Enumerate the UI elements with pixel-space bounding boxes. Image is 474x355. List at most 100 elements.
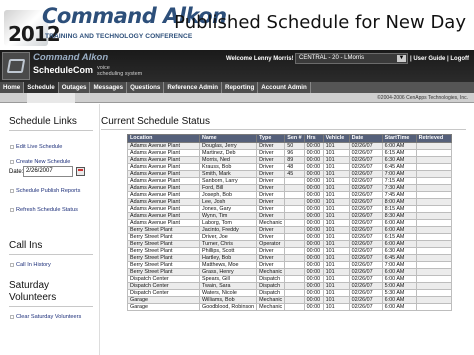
cell-sen [284, 226, 305, 234]
tab-reporting[interactable]: Reporting [222, 82, 259, 93]
cell-start-time: 7:30 AM [381, 184, 417, 192]
cell-type: Mechanic [256, 296, 286, 304]
column-header-start-time[interactable]: StartTime [381, 134, 417, 143]
cell-vehicle: 101 [322, 205, 350, 213]
create-new-schedule-link[interactable]: Create New Schedule [10, 159, 70, 165]
table-row[interactable]: Dispatch Center Twain, Sara Dispatch 00:00 1… [127, 282, 452, 290]
column-header-sen[interactable]: Sen # [284, 134, 305, 143]
schedule-status-table: Location Name Type Sen # Hrs Vehicle Dat… [127, 134, 452, 311]
cell-hrs: 00:00 [303, 247, 324, 255]
cell-name: Grass, Henry [198, 268, 258, 276]
column-header-date[interactable]: Date [348, 134, 383, 143]
table-row[interactable]: Adams Avenue Plant Morris, Ned Driver 89 00:… [127, 156, 452, 164]
table-row[interactable]: Berry Street Plant Phillips, Scott Driver 0… [127, 247, 452, 255]
cell-vehicle: 101 [322, 156, 350, 164]
table-row[interactable]: Berry Street Plant Grass, Henry Mechanic 00… [127, 268, 452, 276]
table-row[interactable]: Adams Avenue Plant Douglas, Jerry Driver 50… [127, 142, 452, 150]
table-row[interactable]: Berry Street Plant Matthews, Moe Driver 00:… [127, 261, 452, 269]
cell-hrs: 00:00 [303, 268, 324, 276]
cell-sen [284, 247, 305, 255]
cell-vehicle: 101 [322, 233, 350, 241]
table-row[interactable]: Berry Street Plant Turner, Chris Operator 0… [127, 240, 452, 248]
table-row[interactable]: Adams Avenue Plant Jones, Gary Driver 00:00… [127, 205, 452, 213]
tab-schedule[interactable]: Schedule [24, 82, 59, 93]
column-header-hrs[interactable]: Hrs [303, 134, 324, 143]
cell-type: Dispatch [256, 289, 286, 297]
column-header-location[interactable]: Location [127, 134, 200, 143]
table-row[interactable]: Adams Avenue Plant Laborg, Tom Mechanic 00:… [127, 219, 452, 227]
column-header-retrieved[interactable]: Retrieved [415, 134, 452, 143]
app-header: Command Alkon ScheduleCom voice schedulin… [0, 50, 474, 82]
cell-vehicle: 101 [322, 142, 350, 150]
cell-type: Driver [256, 156, 286, 164]
cell-name: Hartley, Bob [198, 254, 258, 262]
cell-start-time: 6:00 AM [381, 275, 417, 283]
cell-hrs: 00:00 [303, 303, 324, 311]
date-field[interactable]: 2/26/2007 [23, 166, 73, 177]
cell-sen [284, 184, 305, 192]
bullet-icon [10, 159, 14, 164]
cell-sen [284, 191, 305, 199]
table-row[interactable]: Adams Avenue Plant Wynn, Tim Driver 00:00 10… [127, 212, 452, 220]
cell-start-time: 5:30 AM [381, 289, 417, 297]
cell-start-time: 6:00 AM [381, 219, 417, 227]
cell-date: 02/26/07 [348, 170, 383, 178]
cell-vehicle: 101 [322, 226, 350, 234]
column-header-name[interactable]: Name [198, 134, 258, 143]
call-in-history-link[interactable]: Call In History [10, 262, 51, 268]
tab-outages[interactable]: Outages [58, 82, 91, 93]
cell-location: Adams Avenue Plant [127, 191, 200, 199]
tab-home[interactable]: Home [0, 82, 25, 93]
refresh-schedule-status-link[interactable]: Refresh Schedule Status [10, 207, 78, 213]
column-header-vehicle[interactable]: Vehicle [322, 134, 350, 143]
cell-type: Mechanic [256, 268, 286, 276]
table-row[interactable]: Berry Street Plant Jacinto, Freddy Driver 0… [127, 226, 452, 234]
table-row[interactable]: Berry Street Plant Driver, Joe Driver 00:00… [127, 233, 452, 241]
table-row[interactable]: Dispatch Center Spears, Gill Dispatch 00:00… [127, 275, 452, 283]
user-links[interactable]: | User Guide | Logoff [410, 56, 469, 62]
table-row[interactable]: Adams Avenue Plant Lee, Josh Driver 00:00 10… [127, 198, 452, 206]
cell-hrs: 00:00 [303, 219, 324, 227]
call-ins-title: Call Ins [9, 240, 43, 251]
table-row[interactable]: Berry Street Plant Hartley, Bob Driver 00:0… [127, 254, 452, 262]
table-row[interactable]: Adams Avenue Plant Sanborn, Larry Driver 00… [127, 177, 452, 185]
cell-hrs: 00:00 [303, 275, 324, 283]
cell-sen: 45 [284, 170, 305, 178]
cell-vehicle: 101 [322, 163, 350, 171]
cell-hrs: 00:00 [303, 212, 324, 220]
cell-name: Douglas, Jerry [198, 142, 258, 150]
cell-sen [284, 177, 305, 185]
cell-location: Adams Avenue Plant [127, 205, 200, 213]
calendar-icon[interactable] [76, 167, 85, 176]
cell-hrs: 00:00 [303, 261, 324, 269]
cell-name: Goodblood, Robinson [198, 303, 258, 311]
sidebar: Schedule Links Edit Live Schedule Create… [0, 104, 100, 355]
cell-location: Dispatch Center [127, 289, 200, 297]
column-header-type[interactable]: Type [256, 134, 286, 143]
table-row[interactable]: Adams Avenue Plant Joseph, Bob Driver 00:00… [127, 191, 452, 199]
table-row[interactable]: Adams Avenue Plant Martinez, Deb Driver 96 0… [127, 149, 452, 157]
clear-saturday-volunteers-link[interactable]: Clear Saturday Volunteers [10, 314, 81, 320]
bullet-icon [10, 314, 14, 319]
tab-questions[interactable]: Questions [127, 82, 165, 93]
chevron-down-icon[interactable]: ▼ [397, 55, 406, 62]
edit-live-schedule-link[interactable]: Edit Live Schedule [10, 144, 62, 150]
table-row[interactable]: Adams Avenue Plant Smith, Mark Driver 45 00:… [127, 170, 452, 178]
region-select[interactable]: CENTRAL - 20 - LMorris ▼ [295, 53, 408, 64]
tab-account-admin[interactable]: Account Admin [258, 82, 311, 93]
cell-location: Berry Street Plant [127, 254, 200, 262]
table-row[interactable]: Garage Goodblood, Robinson Mechanic 00:00 10… [127, 303, 452, 311]
date-label: Date: [9, 169, 24, 175]
table-row[interactable]: Garage Williams, Bob Mechanic 00:00 101 02/26… [127, 296, 452, 304]
cell-type: Driver [256, 226, 286, 234]
tab-reference-admin[interactable]: Reference Admin [164, 82, 223, 93]
table-row[interactable]: Dispatch Center Waters, Nicole Dispatch 00:… [127, 289, 452, 297]
cell-sen [284, 205, 305, 213]
table-row[interactable]: Adams Avenue Plant Krauss, Bob Driver 48 00:… [127, 163, 452, 171]
cell-date: 02/26/07 [348, 268, 383, 276]
cell-date: 02/26/07 [348, 212, 383, 220]
cell-hrs: 00:00 [303, 170, 324, 178]
table-row[interactable]: Adams Avenue Plant Ford, Bill Driver 00:00 1… [127, 184, 452, 192]
tab-messages[interactable]: Messages [90, 82, 128, 93]
schedule-publish-reports-link[interactable]: Schedule Publish Reports [10, 188, 80, 194]
